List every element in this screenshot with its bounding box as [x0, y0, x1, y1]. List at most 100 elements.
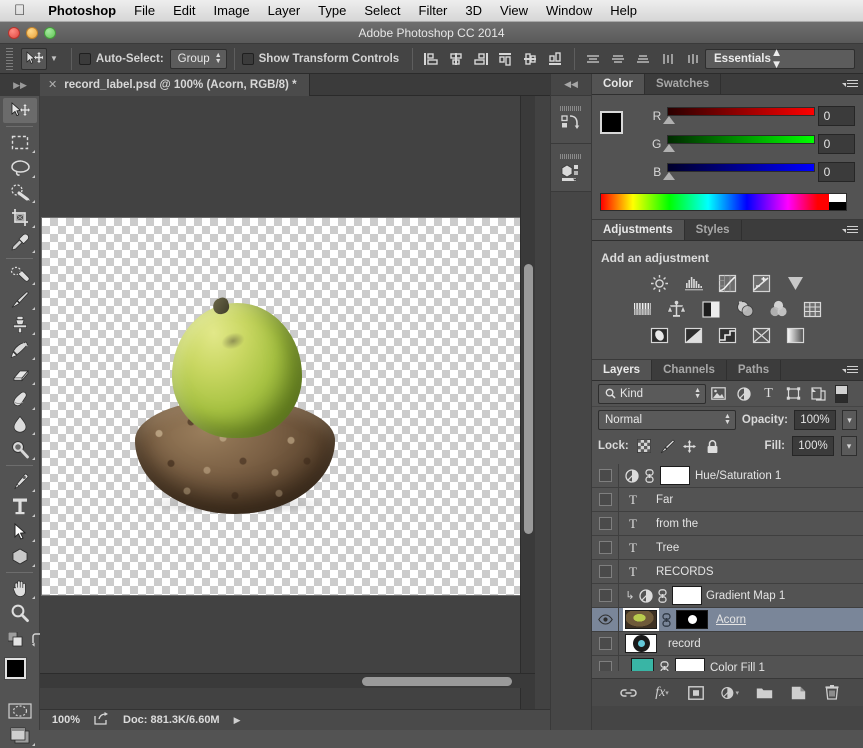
- menu-item-edit[interactable]: Edit: [164, 0, 204, 22]
- blend-mode-dropdown[interactable]: Normal ▲▼: [598, 410, 736, 430]
- workspace-switcher-dropdown[interactable]: Essentials ▲▼: [705, 49, 855, 69]
- filter-adjustment-icon[interactable]: [731, 383, 756, 405]
- black-white-icon[interactable]: [700, 299, 722, 319]
- layer-visibility-toggle[interactable]: [592, 608, 619, 632]
- apple-logo-icon[interactable]: : [14, 3, 25, 18]
- foreground-background-color-swatches[interactable]: [5, 658, 39, 692]
- color-balance-icon[interactable]: [666, 299, 688, 319]
- close-button[interactable]: [8, 27, 20, 39]
- blur-tool[interactable]: [3, 412, 37, 437]
- type-tool[interactable]: [3, 494, 37, 519]
- channel-slider-b[interactable]: [667, 161, 807, 183]
- layer-visibility-toggle[interactable]: [592, 512, 619, 536]
- zoom-button[interactable]: [44, 27, 56, 39]
- align-left-edges-icon[interactable]: [420, 48, 442, 70]
- menu-item-window[interactable]: Window: [537, 0, 601, 22]
- link-layers-icon[interactable]: [619, 684, 637, 702]
- color-lookup-icon[interactable]: [802, 299, 824, 319]
- new-adjustment-layer-icon[interactable]: ▾: [721, 684, 739, 702]
- layer-name[interactable]: RECORDS: [656, 566, 714, 578]
- tool-preset-chevron-icon[interactable]: ▼: [50, 54, 58, 63]
- eraser-tool[interactable]: [3, 362, 37, 387]
- fill-value[interactable]: 100%: [792, 436, 834, 456]
- layer-name[interactable]: from the: [656, 518, 698, 530]
- align-horizontal-centers-icon[interactable]: [445, 48, 467, 70]
- default-colors-icon[interactable]: [8, 632, 23, 652]
- table-row-selected[interactable]: Acorn: [592, 608, 863, 632]
- layer-mask-thumbnail[interactable]: [672, 586, 702, 605]
- lasso-tool[interactable]: [3, 155, 37, 180]
- pen-tool[interactable]: [3, 469, 37, 494]
- curves-icon[interactable]: [717, 273, 739, 293]
- filter-smartobject-icon[interactable]: [806, 383, 831, 405]
- new-layer-icon[interactable]: [789, 684, 807, 702]
- opacity-value[interactable]: 100%: [794, 410, 836, 430]
- auto-select-checkbox[interactable]: [79, 53, 91, 65]
- color-panel-swatches[interactable]: [600, 111, 636, 147]
- layer-name[interactable]: Acorn: [716, 614, 746, 626]
- brightness-contrast-icon[interactable]: [649, 273, 671, 293]
- menu-item-photoshop[interactable]: Photoshop: [39, 0, 125, 22]
- canvas-area[interactable]: [40, 96, 535, 709]
- collapse-panels-icon[interactable]: ◀◀: [551, 74, 591, 96]
- channel-value-b[interactable]: 0: [818, 162, 855, 182]
- screen-mode-icon[interactable]: [3, 723, 37, 748]
- posterize-icon[interactable]: [683, 325, 705, 345]
- layer-visibility-toggle[interactable]: [592, 488, 619, 512]
- foreground-color-swatch[interactable]: [5, 658, 26, 679]
- crop-tool[interactable]: [3, 205, 37, 230]
- table-row[interactable]: T from the: [592, 512, 863, 536]
- threshold-icon[interactable]: [717, 325, 739, 345]
- filter-pixel-icon[interactable]: [706, 383, 731, 405]
- canvas-horizontal-scrollbar[interactable]: [40, 673, 535, 688]
- layer-name[interactable]: Far: [656, 494, 673, 506]
- tab-color[interactable]: Color: [592, 74, 645, 94]
- layer-filter-kind-dropdown[interactable]: Kind ▲▼: [598, 384, 706, 404]
- align-right-edges-icon[interactable]: [470, 48, 492, 70]
- tab-paths[interactable]: Paths: [727, 360, 781, 380]
- table-row[interactable]: record: [592, 632, 863, 656]
- new-group-icon[interactable]: [755, 684, 773, 702]
- channel-knob-r[interactable]: [663, 116, 675, 124]
- distribute-left-edges-icon[interactable]: [657, 48, 679, 70]
- layer-thumbnail[interactable]: [631, 658, 654, 671]
- table-row[interactable]: Hue/Saturation 1: [592, 464, 863, 488]
- lock-position-icon[interactable]: [682, 438, 698, 454]
- auto-select-scope-dropdown[interactable]: Group ▲▼: [170, 49, 227, 69]
- menu-item-3d[interactable]: 3D: [456, 0, 491, 22]
- panel-menu-icon-adjustments[interactable]: [842, 224, 858, 237]
- zoom-level-field[interactable]: 100%: [40, 714, 92, 726]
- clone-stamp-tool[interactable]: [3, 312, 37, 337]
- photo-filter-icon[interactable]: [734, 299, 756, 319]
- table-row[interactable]: T Far: [592, 488, 863, 512]
- layer-visibility-toggle[interactable]: [592, 584, 619, 608]
- exposure-icon[interactable]: [751, 273, 773, 293]
- zoom-tool[interactable]: [3, 601, 37, 626]
- lock-transparent-pixels-icon[interactable]: [636, 438, 652, 454]
- spot-healing-brush-tool[interactable]: [3, 262, 37, 287]
- layer-visibility-toggle[interactable]: [592, 632, 619, 656]
- layer-visibility-toggle[interactable]: [592, 656, 619, 672]
- channel-slider-g[interactable]: [667, 133, 807, 155]
- layer-name[interactable]: Tree: [656, 542, 679, 554]
- fill-stepper[interactable]: ▾: [841, 436, 857, 456]
- rectangular-marquee-tool[interactable]: [3, 130, 37, 155]
- image-canvas[interactable]: [41, 217, 535, 596]
- channel-knob-b[interactable]: [663, 172, 675, 180]
- menu-item-type[interactable]: Type: [309, 0, 355, 22]
- add-layer-mask-icon[interactable]: [687, 684, 705, 702]
- canvas-vertical-scrollbar[interactable]: [520, 96, 535, 709]
- brush-tool[interactable]: [3, 287, 37, 312]
- link-icon[interactable]: [659, 661, 670, 672]
- panel-menu-icon-color[interactable]: [842, 78, 858, 91]
- layer-mask-thumbnail[interactable]: [676, 610, 708, 629]
- close-icon[interactable]: ✕: [48, 78, 57, 91]
- properties-panel-icon[interactable]: [551, 144, 591, 192]
- table-row[interactable]: ↳ Gradient Map 1: [592, 584, 863, 608]
- layer-name[interactable]: Hue/Saturation 1: [695, 470, 781, 482]
- tab-swatches[interactable]: Swatches: [645, 74, 721, 94]
- dodge-tool[interactable]: [3, 437, 37, 462]
- foreground-color-swatch-panel[interactable]: [600, 111, 623, 134]
- layer-visibility-toggle[interactable]: [592, 560, 619, 584]
- history-brush-tool[interactable]: [3, 337, 37, 362]
